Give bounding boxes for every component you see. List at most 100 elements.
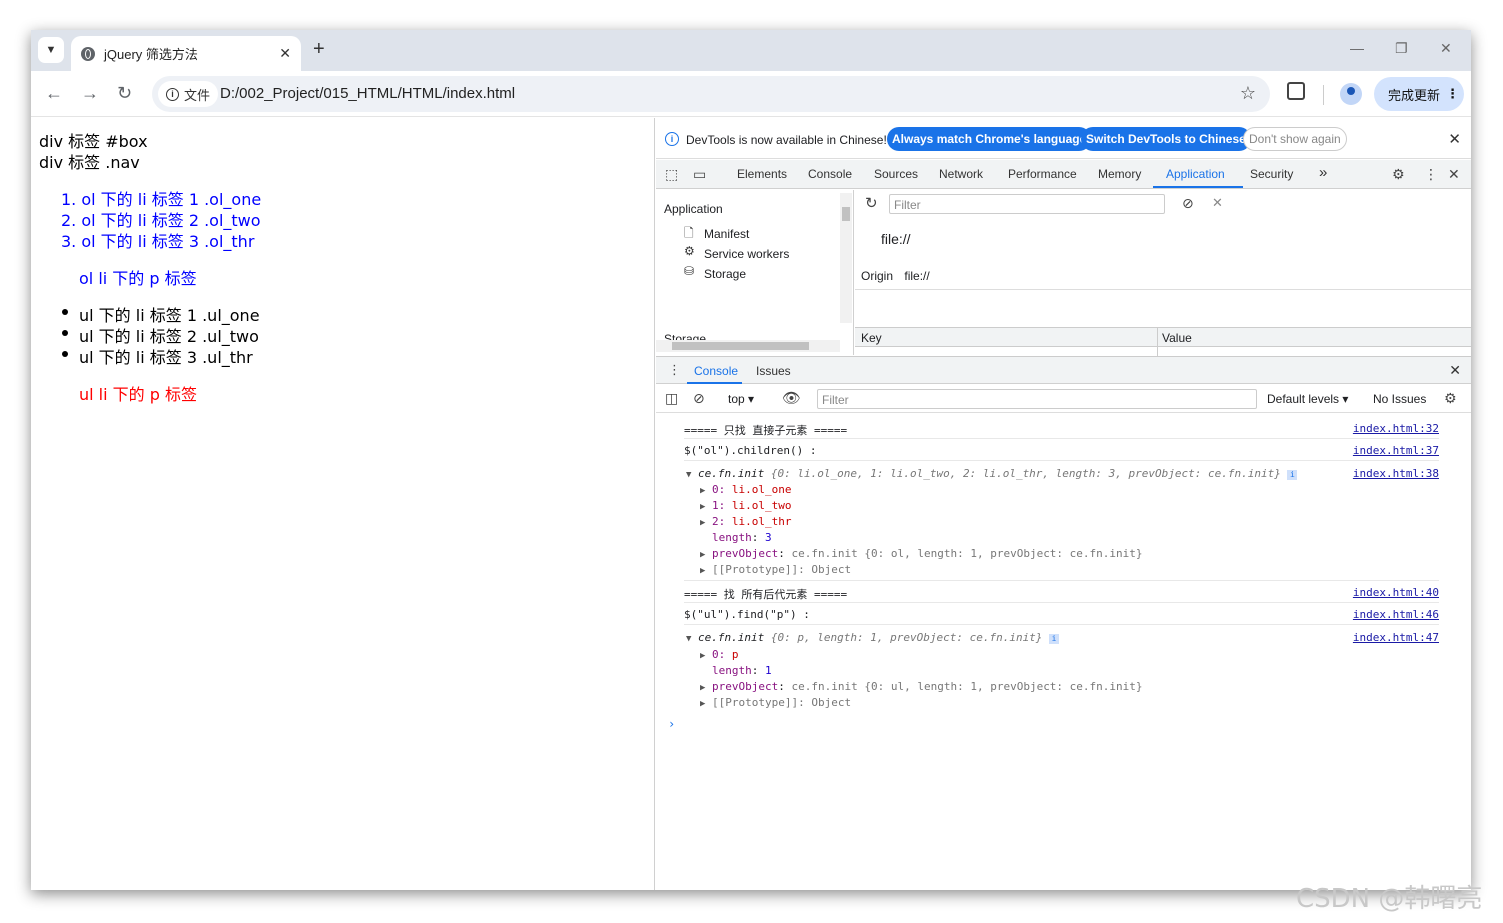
column-key[interactable]: Key bbox=[861, 331, 882, 345]
browser-toolbar: ← → ↻ i 文件 D:/002_Project/015_HTML/HTML/… bbox=[31, 71, 1471, 117]
row-separator bbox=[684, 438, 1439, 439]
eye-icon[interactable]: 👁 bbox=[782, 389, 801, 407]
devtools-tab-bar: ⬚ ▭ Elements Console Sources Network Per… bbox=[656, 160, 1471, 189]
drawer-active-indicator bbox=[687, 382, 742, 384]
tab-application[interactable]: Application bbox=[1166, 167, 1225, 181]
sidebar-vertical-scrollbar[interactable] bbox=[840, 193, 852, 323]
back-arrow-icon[interactable]: ← bbox=[45, 83, 63, 103]
prop-value: li.ol_one bbox=[731, 483, 792, 496]
object-property-row[interactable]: ▶ 2: li.ol_thr bbox=[700, 515, 792, 528]
object-property-row[interactable]: ▶ prevObject: ce.fn.init {0: ul, length:… bbox=[700, 680, 1143, 693]
console-log-line: ===== 只找 直接子元素 ===== bbox=[684, 424, 848, 437]
source-link[interactable]: index.html:46 bbox=[1353, 608, 1439, 621]
object-property-row[interactable]: ▶ prevObject: ce.fn.init {0: ol, length:… bbox=[700, 547, 1143, 560]
browser-tab[interactable]: jQuery 筛选方法 ✕ bbox=[71, 36, 301, 71]
row-separator bbox=[684, 624, 1439, 625]
profile-avatar[interactable] bbox=[1340, 83, 1362, 105]
scroll-thumb[interactable] bbox=[672, 342, 809, 350]
switch-to-chinese-button[interactable]: Switch DevTools to Chinese bbox=[1081, 127, 1251, 151]
context-label: top bbox=[728, 392, 745, 406]
sidebar-toggle-icon[interactable]: ◫ bbox=[665, 390, 678, 407]
object-property-row[interactable]: ▶ 0: li.ol_one bbox=[700, 483, 792, 496]
close-drawer-icon[interactable]: ✕ bbox=[1449, 362, 1461, 379]
tab-network[interactable]: Network bbox=[939, 167, 983, 181]
source-link[interactable]: index.html:40 bbox=[1353, 586, 1439, 599]
issues-counter[interactable]: No Issues bbox=[1373, 392, 1426, 406]
sidebar-item-manifest[interactable]: Manifest bbox=[704, 227, 749, 241]
console-prompt-icon[interactable]: › bbox=[668, 717, 675, 731]
tab-sources[interactable]: Sources bbox=[874, 167, 918, 181]
context-selector[interactable]: top ▾ bbox=[728, 392, 754, 406]
object-property-row: length: 1 bbox=[712, 664, 772, 677]
sidebar-item-storage[interactable]: Storage bbox=[704, 267, 746, 281]
tab-search-button[interactable]: ▼ bbox=[38, 37, 64, 63]
minimize-icon[interactable]: — bbox=[1350, 40, 1364, 56]
object-name: ce.fn.init bbox=[698, 631, 765, 644]
log-levels-dropdown[interactable]: Default levels ▾ bbox=[1267, 392, 1348, 406]
console-filter-input[interactable]: Filter bbox=[817, 389, 1257, 409]
scroll-thumb[interactable] bbox=[842, 207, 850, 221]
toolbar-separator bbox=[1323, 85, 1324, 105]
update-label: 完成更新 bbox=[1388, 87, 1441, 103]
drawer-tab-issues[interactable]: Issues bbox=[756, 364, 791, 378]
object-property-row[interactable]: ▶ 0: p bbox=[700, 648, 739, 661]
update-button[interactable]: 完成更新 ⋮ bbox=[1374, 77, 1464, 111]
info-badge-icon[interactable]: i bbox=[1049, 634, 1060, 644]
close-infobar-icon[interactable]: ✕ bbox=[1448, 130, 1461, 148]
drawer-menu-icon[interactable]: ⋮ bbox=[668, 362, 681, 378]
object-property-row[interactable]: ▶ [[Prototype]]: Object bbox=[700, 696, 851, 709]
object-property-row[interactable]: ▶ 1: li.ol_two bbox=[700, 499, 792, 512]
object-property-row[interactable]: ▶ [[Prototype]]: Object bbox=[700, 563, 851, 576]
url-text[interactable]: D:/002_Project/015_HTML/HTML/index.html bbox=[220, 85, 515, 102]
console-settings-icon[interactable]: ⚙ bbox=[1444, 390, 1457, 407]
source-link[interactable]: index.html:38 bbox=[1353, 467, 1439, 480]
object-expand-row[interactable]: ▼ ce.fn.init {0: li.ol_one, 1: li.ol_two… bbox=[686, 467, 1298, 480]
row-separator bbox=[684, 460, 1439, 461]
sidebar-horizontal-scrollbar[interactable] bbox=[656, 340, 840, 352]
reload-icon[interactable]: ↻ bbox=[117, 83, 132, 103]
sidebar-item-service-workers[interactable]: Service workers bbox=[704, 247, 789, 261]
forward-arrow-icon[interactable]: → bbox=[81, 83, 99, 103]
delete-selected-icon[interactable]: ✕ bbox=[1212, 195, 1223, 211]
inspect-element-icon[interactable]: ⬚ bbox=[665, 166, 678, 183]
more-options-icon[interactable]: ⋮ bbox=[1424, 166, 1438, 183]
address-bar[interactable]: i 文件 D:/002_Project/015_HTML/HTML/index.… bbox=[152, 76, 1270, 112]
refresh-icon[interactable]: ↻ bbox=[865, 194, 878, 212]
info-badge-icon[interactable]: i bbox=[1287, 470, 1298, 480]
tab-close-button[interactable]: ✕ bbox=[279, 45, 291, 62]
restore-icon[interactable]: ❐ bbox=[1395, 40, 1408, 57]
column-value[interactable]: Value bbox=[1162, 331, 1192, 345]
close-window-icon[interactable]: ✕ bbox=[1440, 40, 1452, 57]
dont-show-again-button[interactable]: Don't show again bbox=[1243, 127, 1347, 151]
origin-value: file:// bbox=[904, 269, 930, 283]
tab-security[interactable]: Security bbox=[1250, 167, 1293, 181]
clear-console-icon[interactable]: ⊘ bbox=[693, 390, 705, 407]
tab-performance[interactable]: Performance bbox=[1008, 167, 1077, 181]
site-info-chip[interactable]: i 文件 bbox=[158, 81, 219, 107]
ul-bullet bbox=[62, 351, 68, 357]
extensions-icon[interactable] bbox=[1287, 82, 1305, 100]
close-devtools-icon[interactable]: ✕ bbox=[1448, 166, 1460, 183]
prop-key: prevObject bbox=[712, 680, 779, 693]
prop-value: 3 bbox=[765, 531, 772, 544]
source-link[interactable]: index.html:47 bbox=[1353, 631, 1439, 644]
device-toolbar-icon[interactable]: ▭ bbox=[693, 166, 706, 183]
tab-console[interactable]: Console bbox=[808, 167, 852, 181]
more-tabs-icon[interactable]: » bbox=[1319, 164, 1327, 181]
source-link[interactable]: index.html:32 bbox=[1353, 422, 1439, 435]
settings-gear-icon[interactable]: ⚙ bbox=[1392, 166, 1405, 183]
collapsed-triangle-icon: ▶ bbox=[700, 550, 706, 560]
object-expand-row[interactable]: ▼ ce.fn.init {0: p, length: 1, prevObjec… bbox=[686, 631, 1060, 644]
clear-all-icon[interactable]: ⊘ bbox=[1182, 195, 1194, 212]
console-drawer-header: ⋮ Console Issues ✕ bbox=[656, 356, 1471, 384]
tab-elements[interactable]: Elements bbox=[737, 167, 787, 181]
new-tab-button[interactable]: + bbox=[313, 39, 325, 59]
drawer-tab-console[interactable]: Console bbox=[694, 364, 738, 378]
prop-value: li.ol_thr bbox=[731, 515, 792, 528]
tab-memory[interactable]: Memory bbox=[1098, 167, 1141, 181]
source-link[interactable]: index.html:37 bbox=[1353, 444, 1439, 457]
bookmark-star-icon[interactable]: ☆ bbox=[1240, 83, 1256, 104]
storage-filter-input[interactable]: Filter bbox=[889, 194, 1165, 214]
always-match-language-button[interactable]: Always match Chrome's language bbox=[887, 127, 1092, 151]
object-property-row: length: 3 bbox=[712, 531, 772, 544]
